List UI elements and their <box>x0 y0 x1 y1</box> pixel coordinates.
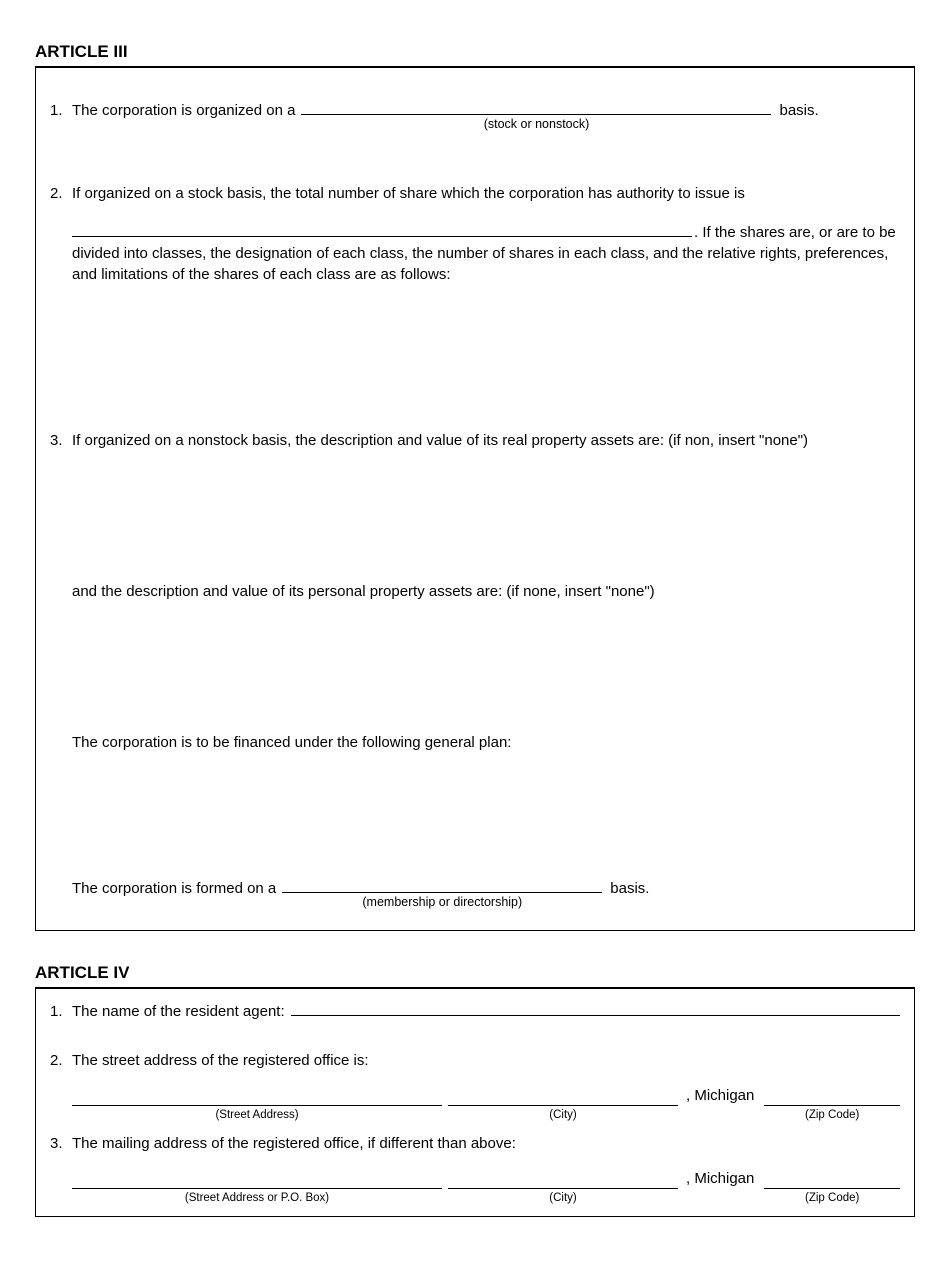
a4-item1-blank[interactable] <box>291 1002 900 1016</box>
a4-street2-blank[interactable] <box>72 1173 442 1189</box>
a4-item-2-num: 2. <box>50 1050 72 1123</box>
a4-item-2: 2. The street address of the registered … <box>50 1050 900 1123</box>
a4-item-3-num: 3. <box>50 1133 72 1206</box>
article-4-box: 1. The name of the resident agent: 2. Th… <box>35 989 915 1217</box>
a4-item-1: 1. The name of the resident agent: <box>50 1001 900 1022</box>
a4-zip2-blank[interactable] <box>764 1173 900 1189</box>
a4-zip2-caption: (Zip Code) <box>764 1190 900 1206</box>
a4-city2-blank[interactable] <box>448 1173 678 1189</box>
a3-item-1-num: 1. <box>50 100 72 134</box>
article-4-heading: ARTICLE IV <box>35 961 915 989</box>
a3-item3-line4-sublabel: (membership or directorship) <box>282 894 602 912</box>
a3-item3-line2: and the description and value of its per… <box>72 581 900 602</box>
a4-item1-text: The name of the resident agent: <box>72 1001 285 1022</box>
a4-item-1-num: 1. <box>50 1001 72 1022</box>
a3-item2-blank[interactable] <box>72 223 692 237</box>
a3-item-3-num: 3. <box>50 430 72 912</box>
a4-item2-text: The street address of the registered off… <box>72 1050 900 1071</box>
a3-item-1: 1. The corporation is organized on a (st… <box>50 100 900 134</box>
a4-state2-text: , Michigan <box>684 1168 758 1189</box>
a4-state-text: , Michigan <box>684 1085 758 1106</box>
a4-item-3: 3. The mailing address of the registered… <box>50 1133 900 1206</box>
a4-city-caption: (City) <box>448 1107 678 1123</box>
a3-item-2: 2. If organized on a stock basis, the to… <box>50 183 900 285</box>
article-3-box: 1. The corporation is organized on a (st… <box>35 68 915 931</box>
a4-street2-caption: (Street Address or P.O. Box) <box>72 1190 442 1206</box>
a3-item1-sublabel: (stock or nonstock) <box>301 116 771 134</box>
a4-item3-text: The mailing address of the registered of… <box>72 1133 900 1154</box>
a3-item3-line3: The corporation is to be financed under … <box>72 732 900 753</box>
a3-item2-line1: If organized on a stock basis, the total… <box>72 183 900 204</box>
a3-item-3: 3. If organized on a nonstock basis, the… <box>50 430 900 912</box>
a4-street-caption: (Street Address) <box>72 1107 442 1123</box>
article-3-heading: ARTICLE III <box>35 40 915 68</box>
a3-item1-post: basis. <box>779 100 818 121</box>
a4-city-blank[interactable] <box>448 1090 678 1106</box>
a3-item2-wrap: divided into classes, the designation of… <box>72 243 900 285</box>
a3-item3-line4-blank[interactable] <box>282 879 602 893</box>
a3-item2-postblank: . If the shares are, or are to be <box>694 222 896 243</box>
a4-zip-blank[interactable] <box>764 1090 900 1106</box>
a3-item1-blank[interactable] <box>301 101 771 115</box>
a3-item3-line4-pre: The corporation is formed on a <box>72 878 276 899</box>
a3-item-2-num: 2. <box>50 183 72 285</box>
a4-street-blank[interactable] <box>72 1090 442 1106</box>
a3-item3-line1: If organized on a nonstock basis, the de… <box>72 430 900 451</box>
a3-item1-pre: The corporation is organized on a <box>72 100 295 121</box>
a4-city2-caption: (City) <box>448 1190 678 1206</box>
a3-item3-line4-post: basis. <box>610 878 649 899</box>
a4-zip-caption: (Zip Code) <box>764 1107 900 1123</box>
